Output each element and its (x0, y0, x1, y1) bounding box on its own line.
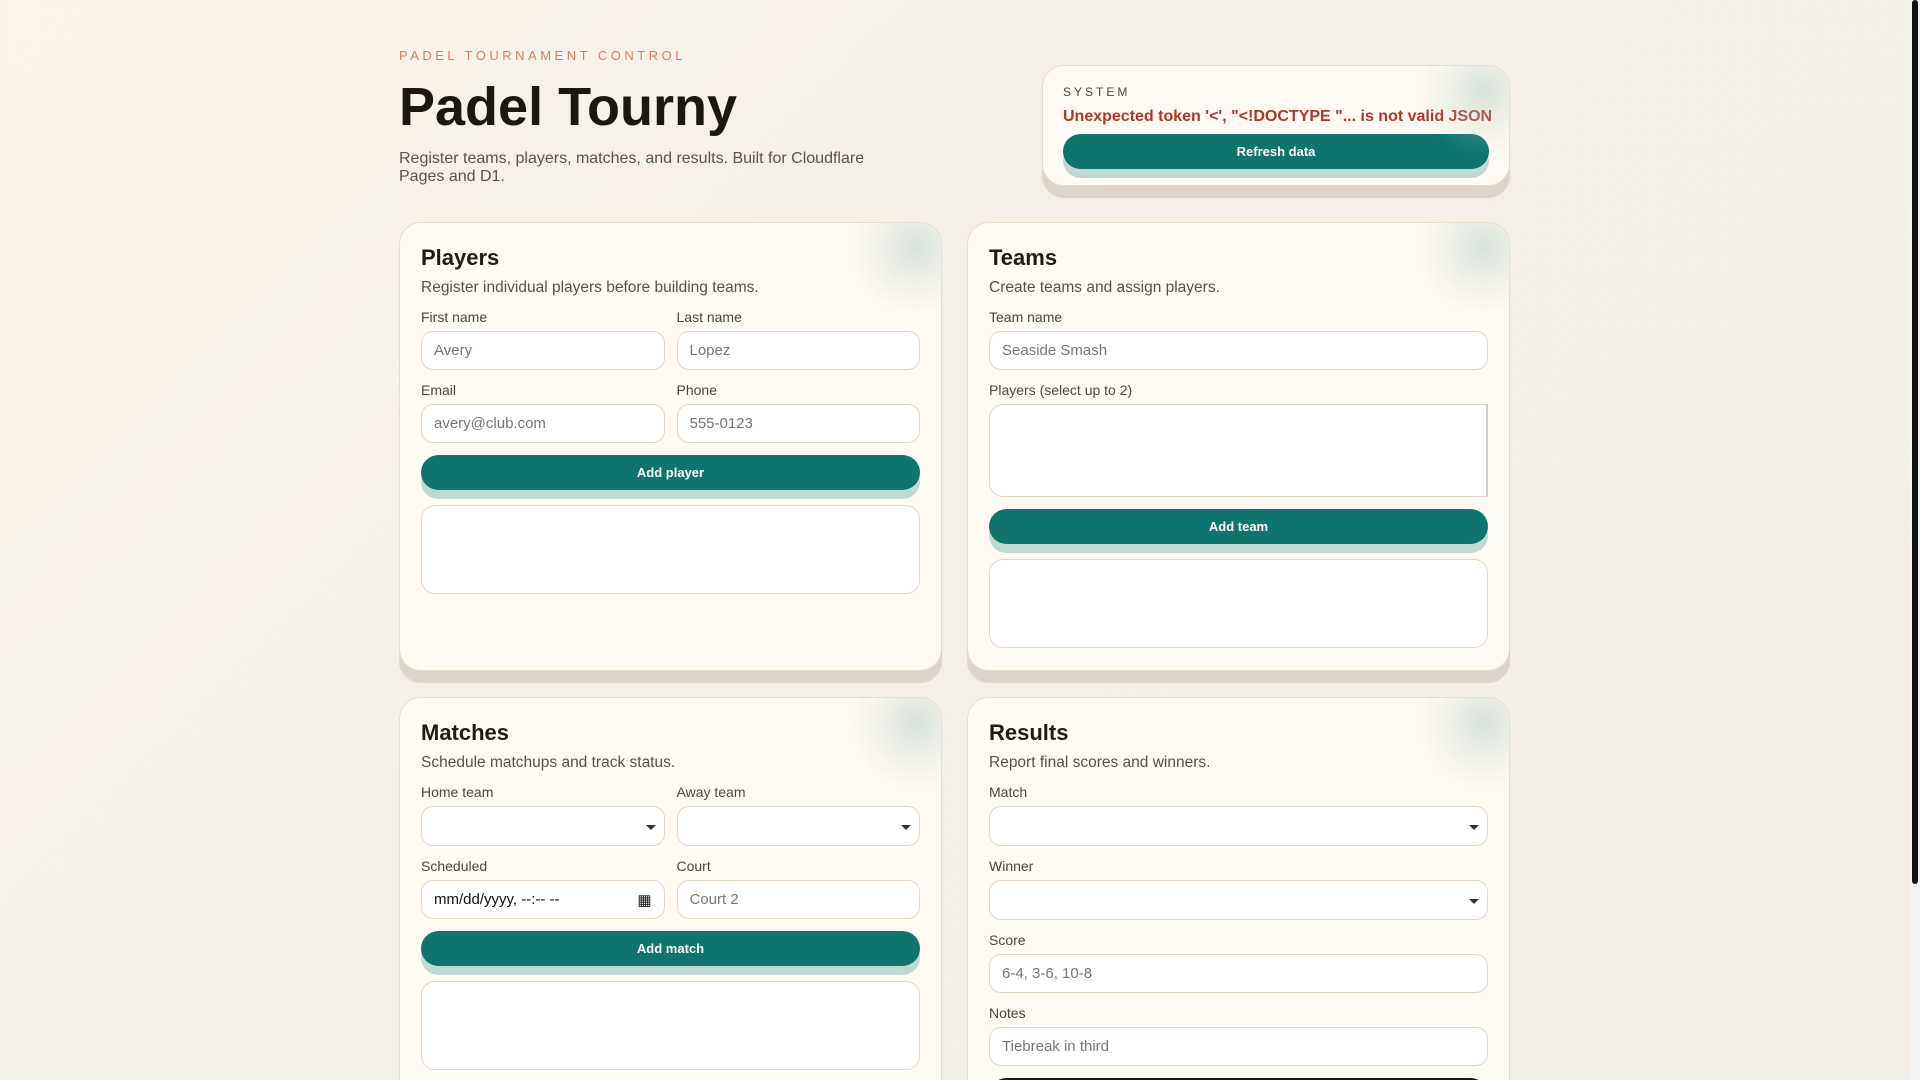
add-team-button[interactable]: Add team (989, 509, 1488, 544)
score-input[interactable] (989, 954, 1488, 993)
phone-input[interactable] (676, 404, 920, 443)
system-card: SYSTEM Unexpected token '<', "<!DOCTYPE … (1042, 65, 1510, 186)
refresh-data-button[interactable]: Refresh data (1063, 134, 1489, 169)
results-card: Results Report final scores and winners.… (967, 697, 1510, 1080)
system-error: Unexpected token '<', "<!DOCTYPE "... is… (1063, 108, 1493, 125)
last-name-label: Last name (676, 309, 742, 325)
scrollbar-thumb[interactable] (1912, 0, 1918, 884)
court-input[interactable] (676, 880, 920, 919)
email-input[interactable] (421, 404, 665, 443)
teams-list[interactable] (989, 559, 1488, 648)
winner-select[interactable] (989, 880, 1488, 920)
matches-desc: Schedule matchups and track status. (421, 754, 676, 771)
match-label: Match (989, 784, 1028, 800)
matches-list[interactable] (421, 981, 920, 1070)
matches-card: Matches Schedule matchups and track stat… (399, 697, 942, 1080)
players-card: Players Register individual players befo… (399, 222, 942, 671)
players-title: Players (421, 245, 500, 270)
notes-input[interactable] (989, 1027, 1488, 1066)
calendar-icon[interactable]: ▦ (637, 891, 651, 909)
scheduled-label: Scheduled (421, 858, 488, 874)
home-team-label: Home team (421, 784, 494, 800)
notes-label: Notes (989, 1005, 1026, 1021)
results-desc: Report final scores and winners. (989, 754, 1211, 771)
score-label: Score (989, 932, 1026, 948)
team-name-input[interactable] (989, 331, 1488, 370)
email-label: Email (421, 382, 457, 398)
players-list[interactable] (421, 505, 920, 594)
away-team-select[interactable] (676, 806, 920, 846)
away-team-label: Away team (676, 784, 746, 800)
match-select[interactable] (989, 806, 1488, 846)
scrollbar[interactable] (1910, 0, 1920, 1080)
system-label: SYSTEM (1063, 85, 1131, 99)
phone-label: Phone (676, 382, 717, 398)
team-players-select[interactable] (989, 404, 1488, 497)
add-player-button[interactable]: Add player (421, 455, 920, 490)
matches-title: Matches (421, 720, 510, 745)
first-name-input[interactable] (421, 331, 665, 370)
eyebrow: PADEL TOURNAMENT CONTROL (399, 48, 686, 63)
team-players-label: Players (select up to 2) (989, 382, 1133, 398)
players-desc: Register individual players before build… (421, 279, 759, 296)
add-match-button[interactable]: Add match (421, 931, 920, 966)
first-name-label: First name (421, 309, 488, 325)
court-label: Court (676, 858, 711, 874)
teams-desc: Create teams and assign players. (989, 279, 1220, 296)
last-name-input[interactable] (676, 331, 920, 370)
page-title: Padel Tourny (399, 77, 738, 137)
team-name-label: Team name (989, 309, 1063, 325)
teams-card: Teams Create teams and assign players. T… (967, 222, 1510, 671)
page-subtitle: Register teams, players, matches, and re… (399, 150, 865, 185)
scheduled-input[interactable]: mm/dd/yyyy, --:-- -- ▦ (421, 880, 665, 919)
scheduled-value: mm/dd/yyyy, --:-- -- (434, 891, 560, 908)
results-title: Results (989, 720, 1069, 745)
winner-label: Winner (989, 858, 1034, 874)
teams-title: Teams (989, 245, 1058, 270)
home-team-select[interactable] (421, 806, 665, 846)
